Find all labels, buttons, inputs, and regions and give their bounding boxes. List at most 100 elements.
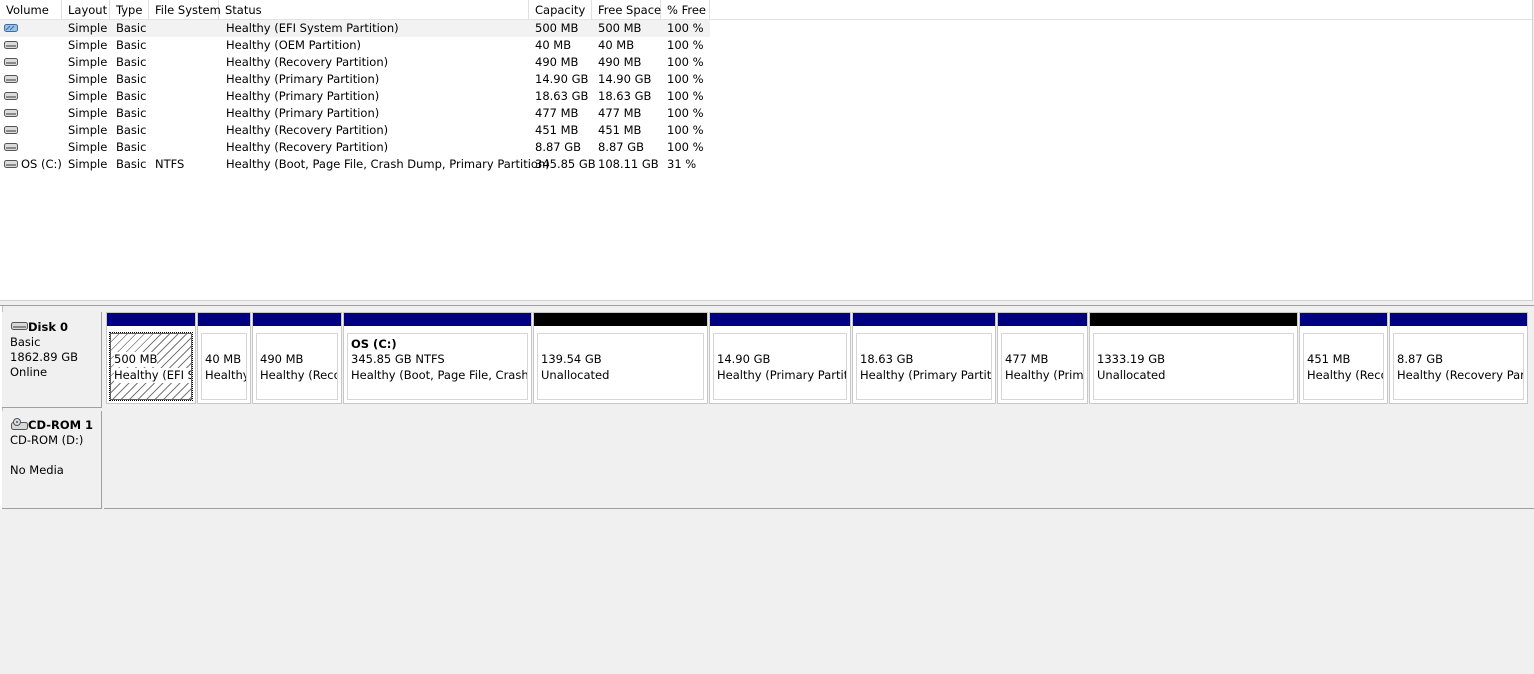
cdrom-name: CD-ROM 1 bbox=[28, 418, 94, 432]
volume-disk-icon bbox=[4, 160, 18, 168]
column-header-layout[interactable]: Layout bbox=[62, 0, 110, 19]
disk0-type: Basic bbox=[10, 335, 41, 349]
partition-block[interactable]: 14.90 GB Healthy (Primary Partitic bbox=[709, 312, 851, 404]
partition-body: 8.87 GB Healthy (Recovery Parti bbox=[1393, 333, 1524, 400]
cdrom-partition-area bbox=[104, 410, 1534, 509]
table-row[interactable]: Simple Basic Healthy (Primary Partition) 47… bbox=[0, 105, 710, 122]
partition-bar bbox=[344, 313, 531, 326]
volume-list-pane[interactable]: Volume Layout Type File System Status Ca… bbox=[0, 0, 1533, 301]
partition-bar bbox=[998, 313, 1087, 326]
volume-disk-icon bbox=[4, 41, 18, 49]
partition-block[interactable]: 451 MB Healthy (Reco bbox=[1299, 312, 1388, 404]
volume-percent-free: 31 % bbox=[667, 157, 697, 171]
table-row[interactable]: Simple Basic Healthy (Primary Partition) 18… bbox=[0, 88, 710, 105]
table-row[interactable]: Simple Basic Healthy (EFI System Partition… bbox=[0, 20, 710, 37]
partition-size: 8.87 GB bbox=[1397, 352, 1444, 366]
disk0-size: 1862.89 GB bbox=[10, 350, 79, 364]
volume-status: Healthy (EFI System Partition) bbox=[226, 21, 399, 35]
partition-body: 500 MBHealthy (EFI Sy bbox=[109, 332, 193, 401]
partition-body: 14.90 GB Healthy (Primary Partitic bbox=[713, 333, 847, 400]
partition-status: Unallocated bbox=[1097, 368, 1166, 382]
volume-type: Basic bbox=[116, 72, 147, 86]
disk0-name: Disk 0 bbox=[28, 320, 68, 334]
volume-layout: Simple bbox=[68, 157, 108, 171]
volume-free-space: 500 MB bbox=[598, 21, 642, 35]
partition-bar bbox=[853, 313, 995, 326]
volume-percent-free: 100 % bbox=[667, 123, 704, 137]
volume-efi-icon bbox=[4, 24, 18, 32]
cdrom-drive-icon bbox=[11, 418, 28, 430]
table-row[interactable]: OS (C:) Simple Basic NTFS Healthy (Boot, Pag… bbox=[0, 156, 710, 173]
column-header-type[interactable]: Type bbox=[110, 0, 149, 19]
table-row[interactable]: Simple Basic Healthy (Primary Partition) 14… bbox=[0, 71, 710, 88]
volume-capacity: 40 MB bbox=[535, 38, 572, 52]
volume-free-space: 18.63 GB bbox=[598, 89, 652, 103]
volume-layout: Simple bbox=[68, 55, 108, 69]
volume-percent-free: 100 % bbox=[667, 89, 704, 103]
volume-layout: Simple bbox=[68, 123, 108, 137]
partition-body: 18.63 GB Healthy (Primary Partitio bbox=[856, 333, 992, 400]
volume-type: Basic bbox=[116, 106, 147, 120]
volume-capacity: 8.87 GB bbox=[535, 140, 582, 154]
table-row[interactable]: Simple Basic Healthy (OEM Partition) 40 MB 4… bbox=[0, 37, 710, 54]
partition-block[interactable]: 8.87 GB Healthy (Recovery Parti bbox=[1389, 312, 1528, 404]
partition-body: 1333.19 GB Unallocated bbox=[1093, 333, 1294, 400]
partition-size: 490 MB bbox=[260, 352, 304, 366]
volume-layout: Simple bbox=[68, 140, 108, 154]
volume-free-space: 40 MB bbox=[598, 38, 635, 52]
column-header-row: Volume Layout Type File System Status Ca… bbox=[0, 0, 1532, 20]
column-header-volume[interactable]: Volume bbox=[0, 0, 62, 19]
column-header-percent-free[interactable]: % Free bbox=[661, 0, 710, 19]
partition-size: 477 MB bbox=[1005, 352, 1049, 366]
disk0-label[interactable]: Disk 0 Basic 1862.89 GB Online bbox=[2, 312, 102, 408]
unallocated-region[interactable]: 139.54 GB Unallocated bbox=[533, 312, 708, 404]
volume-type: Basic bbox=[116, 55, 147, 69]
partition-body: 40 MB Healthy bbox=[201, 333, 247, 400]
column-header-filesystem[interactable]: File System bbox=[149, 0, 221, 19]
table-row[interactable]: Simple Basic Healthy (Recovery Partition) 8… bbox=[0, 139, 710, 156]
partition-status: Healthy (Recovery Parti bbox=[1397, 368, 1524, 382]
column-header-capacity[interactable]: Capacity bbox=[529, 0, 592, 19]
volume-percent-free: 100 % bbox=[667, 21, 704, 35]
unallocated-bar bbox=[1090, 313, 1297, 326]
partition-title: OS (C:) bbox=[351, 337, 397, 351]
volume-capacity: 490 MB bbox=[535, 55, 579, 69]
partition-body: 477 MB Healthy (Prima bbox=[1001, 333, 1084, 400]
partition-status: Healthy (Primary Partitic bbox=[717, 368, 847, 382]
partition-size: 500 MB bbox=[114, 352, 158, 367]
partition-block[interactable]: 490 MB Healthy (Recov bbox=[252, 312, 342, 404]
volume-capacity: 500 MB bbox=[535, 21, 579, 35]
partition-bar bbox=[198, 313, 250, 326]
partition-bar bbox=[1300, 313, 1387, 326]
volume-status: Healthy (Primary Partition) bbox=[226, 72, 380, 86]
volume-status: Healthy (Primary Partition) bbox=[226, 89, 380, 103]
partition-size: 451 MB bbox=[1307, 352, 1351, 366]
column-header-status[interactable]: Status bbox=[219, 0, 529, 19]
volume-filesystem: NTFS bbox=[155, 157, 185, 171]
volume-type: Basic bbox=[116, 89, 147, 103]
unallocated-region[interactable]: 1333.19 GB Unallocated bbox=[1089, 312, 1298, 404]
volume-capacity: 345.85 GB bbox=[535, 157, 596, 171]
volume-status: Healthy (Recovery Partition) bbox=[226, 55, 389, 69]
table-row[interactable]: Simple Basic Healthy (Recovery Partition) 4… bbox=[0, 54, 710, 71]
partition-block[interactable]: 18.63 GB Healthy (Primary Partitio bbox=[852, 312, 996, 404]
cdrom-label[interactable]: CD-ROM 1 CD-ROM (D:) No Media bbox=[2, 411, 102, 509]
volume-disk-icon bbox=[4, 143, 18, 151]
table-row[interactable]: Simple Basic Healthy (Recovery Partition) 4… bbox=[0, 122, 710, 139]
partition-size: 1333.19 GB bbox=[1097, 352, 1166, 366]
volume-type: Basic bbox=[116, 157, 147, 171]
disk0-state: Online bbox=[10, 365, 48, 379]
volume-status: Healthy (OEM Partition) bbox=[226, 38, 362, 52]
partition-block[interactable]: 477 MB Healthy (Prima bbox=[997, 312, 1088, 404]
column-header-free-space[interactable]: Free Space bbox=[592, 0, 661, 19]
volume-disk-icon bbox=[4, 58, 18, 66]
volume-free-space: 451 MB bbox=[598, 123, 642, 137]
volume-layout: Simple bbox=[68, 89, 108, 103]
partition-block[interactable]: 500 MBHealthy (EFI Sy bbox=[106, 312, 196, 404]
partition-block[interactable]: OS (C:) 345.85 GB NTFS Healthy (Boot, Page… bbox=[343, 312, 532, 404]
partition-size: 139.54 GB bbox=[541, 352, 602, 366]
partition-size: 40 MB bbox=[205, 352, 242, 366]
partition-block[interactable]: 40 MB Healthy bbox=[197, 312, 251, 404]
partition-size: 18.63 GB bbox=[860, 352, 914, 366]
volume-disk-icon bbox=[4, 126, 18, 134]
